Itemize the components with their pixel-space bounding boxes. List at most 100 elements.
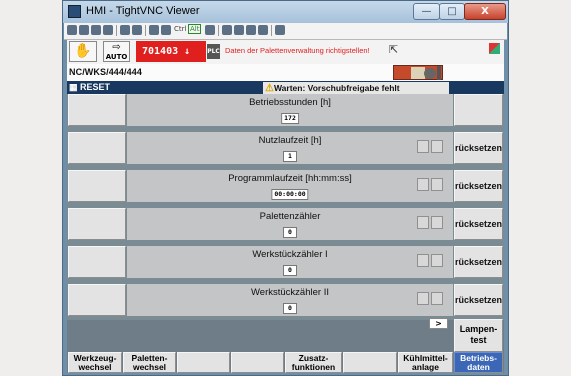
field-value: 1	[283, 151, 297, 162]
info-icon[interactable]	[103, 25, 113, 35]
alarm-number[interactable]: 701403 ↓	[136, 41, 206, 62]
data-field: Werkstückzähler II 0	[127, 284, 453, 316]
win-key-icon[interactable]	[161, 25, 171, 35]
toolbar-separator	[218, 25, 219, 36]
maximize-button[interactable]: □	[439, 3, 465, 20]
indicator-box	[431, 140, 443, 153]
left-softkey[interactable]	[68, 246, 126, 278]
data-field: Palettenzähler 0	[127, 208, 453, 240]
program-path-bar: NC/WKS/444/444	[67, 64, 504, 82]
reset-label: RESET	[80, 82, 111, 92]
data-row: Nutzlaufzeit [h] 1 rücksetzen	[67, 132, 504, 164]
reset-button[interactable]: rücksetzen	[454, 246, 503, 278]
refresh-icon[interactable]	[132, 25, 142, 35]
plc-badge: PLC	[207, 44, 220, 59]
field-value: 00:00:00	[271, 189, 309, 200]
softkey-palettenwechsel[interactable]: Paletten- wechsel	[123, 352, 176, 373]
softkey-werkzeugwechsel[interactable]: Werkzeug- wechsel	[68, 352, 122, 373]
window-title: HMI - TightVNC Viewer	[86, 5, 200, 17]
fullscreen-icon[interactable]	[275, 25, 285, 35]
data-field: Programmlaufzeit [hh:mm:ss] 00:00:00	[127, 170, 453, 202]
toolbar-separator	[145, 25, 146, 36]
minimize-button[interactable]: —	[413, 3, 440, 20]
left-softkey[interactable]	[68, 170, 126, 202]
field-value: 0	[283, 303, 297, 314]
zoom-out-icon[interactable]	[234, 25, 244, 35]
reset-button[interactable]: rücksetzen	[454, 170, 503, 202]
alarm-arrow-icon: ↓	[184, 46, 191, 57]
auto-mode-indicator: ⇨ AUTO	[103, 41, 130, 62]
left-softkey[interactable]	[68, 132, 126, 164]
softkey-betriebsdaten[interactable]: Betriebs- daten	[454, 352, 503, 373]
new-connection-icon[interactable]	[67, 25, 77, 35]
alt-toggle[interactable]: Alt	[188, 24, 202, 34]
jog-hand-icon: ✋	[69, 41, 97, 62]
save-icon[interactable]	[79, 25, 89, 35]
alarm-number-text: 701403	[142, 46, 179, 57]
vnc-toolbar: Ctrl Alt	[64, 23, 507, 40]
ctrl-toggle[interactable]: Ctrl	[174, 25, 186, 33]
mode-label: AUTO	[105, 53, 128, 61]
reset-button[interactable]: rücksetzen	[454, 132, 503, 164]
indicator-box	[417, 254, 429, 267]
field-value: 0	[283, 227, 297, 238]
vnc-viewer-window: HMI - TightVNC Viewer — □ X Ctrl Alt ✋ ⇨…	[62, 0, 509, 376]
data-field: Nutzlaufzeit [h] 1	[127, 132, 453, 164]
left-softkey[interactable]	[68, 208, 126, 240]
data-row: Betriebsstunden [h] 172	[67, 94, 504, 126]
pause-icon[interactable]	[120, 25, 130, 35]
field-label: Programmlaufzeit [hh:mm:ss]	[228, 173, 352, 184]
field-label: Betriebsstunden [h]	[249, 97, 331, 108]
field-label: Palettenzähler	[259, 211, 321, 222]
operating-data-panel: Betriebsstunden [h] 172 Nutzlaufzeit [h]…	[67, 94, 504, 320]
softkey-empty-6[interactable]	[343, 352, 397, 373]
field-label: Werkstückzähler I	[252, 249, 328, 260]
hmi-screen: ✋ ⇨ AUTO 701403 ↓ PLC Daten der Paletten…	[67, 40, 504, 373]
reset-button[interactable]: rücksetzen	[454, 208, 503, 240]
mouse-cursor-icon: ⇱	[389, 43, 399, 56]
softkey-zusatzfunktionen[interactable]: Zusatz- funktionen	[285, 352, 342, 373]
toolbar-separator	[271, 25, 272, 36]
softkey-kuehlmittelanlage[interactable]: Kühlmittel- anlage	[398, 352, 453, 373]
zoom-100-icon[interactable]	[246, 25, 256, 35]
transfer-icon[interactable]	[205, 25, 215, 35]
indicator-box	[431, 216, 443, 229]
indicator-box	[417, 140, 429, 153]
horizontal-softkey-bar: Werkzeug- wechsel Paletten- wechsel Zusa…	[67, 352, 504, 373]
data-row: Palettenzähler 0 rücksetzen	[67, 208, 504, 240]
left-softkey[interactable]	[68, 284, 126, 316]
zoom-in-icon[interactable]	[222, 25, 232, 35]
indicator-box	[431, 292, 443, 305]
alarm-message[interactable]: Daten der Palettenverwaltung richtigstel…	[225, 46, 370, 55]
indicator-box	[431, 178, 443, 191]
indicator-box	[417, 292, 429, 305]
zoom-fit-icon[interactable]	[258, 25, 268, 35]
hmi-header: ✋ ⇨ AUTO 701403 ↓ PLC Daten der Paletten…	[67, 40, 504, 65]
field-label: Nutzlaufzeit [h]	[258, 135, 322, 146]
spindle-icon	[424, 68, 436, 79]
channel-warning: ⚠Warten: Vorschubfreigabe fehlt	[263, 82, 449, 94]
field-label: Werkstückzähler II	[251, 287, 329, 298]
options-icon[interactable]	[91, 25, 101, 35]
app-icon	[68, 5, 81, 18]
softkey-empty-3[interactable]	[177, 352, 230, 373]
next-page-arrow[interactable]: >	[429, 318, 448, 329]
reset-button[interactable]: rücksetzen	[454, 284, 503, 316]
reset-icon: ▦	[69, 82, 81, 92]
data-row: Werkstückzähler I 0 rücksetzen	[67, 246, 504, 278]
channel-bar-icon	[437, 66, 441, 80]
softkey-empty-4[interactable]	[231, 352, 284, 373]
lamp-test-label: Lampen- test	[459, 324, 498, 345]
close-button[interactable]: X	[464, 3, 506, 20]
reset-status: ▦ RESET	[69, 82, 110, 93]
left-softkey[interactable]	[68, 94, 126, 126]
program-path: NC/WKS/444/444	[69, 67, 142, 77]
warning-icon: ⚠	[265, 83, 274, 94]
right-softkey[interactable]	[454, 94, 503, 126]
arrow-right-icon: ⇨	[112, 42, 121, 53]
ctrl-alt-del-icon[interactable]	[149, 25, 159, 35]
indicator-box	[417, 178, 429, 191]
channel-status-bar: ▦ RESET ⚠Warten: Vorschubfreigabe fehlt	[67, 81, 504, 94]
lamp-test-button[interactable]: Lampen- test	[454, 319, 503, 352]
window-titlebar[interactable]: HMI - TightVNC Viewer — □ X	[63, 1, 508, 23]
